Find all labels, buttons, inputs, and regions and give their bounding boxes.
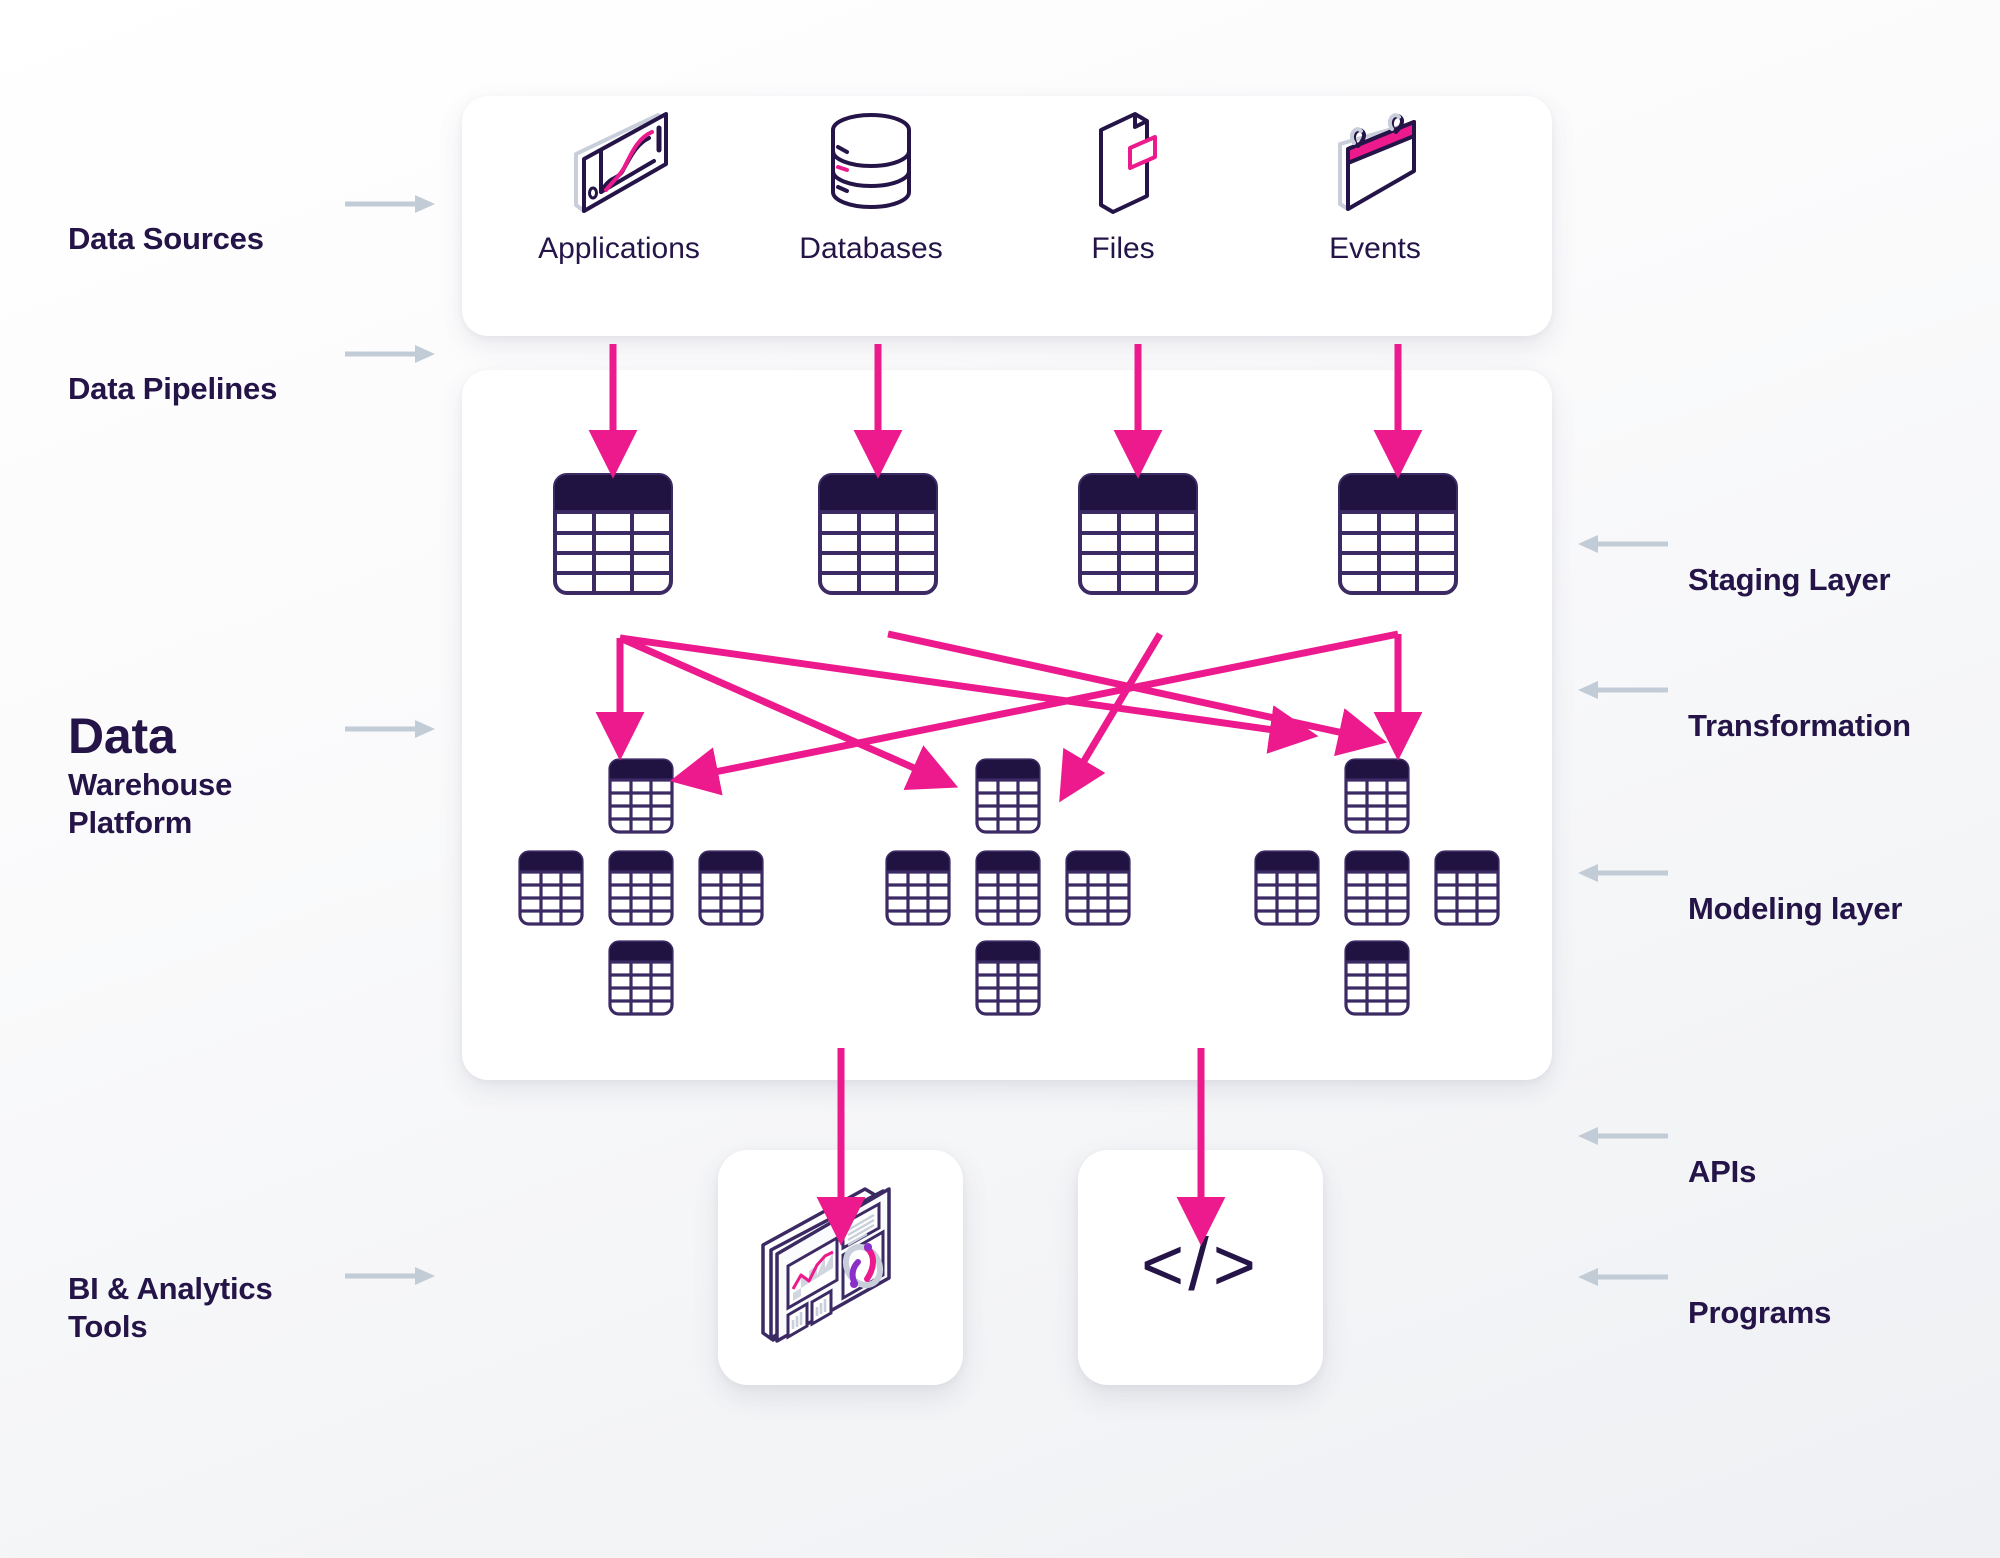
- connector-transformation: [1578, 679, 1668, 701]
- label-platform-subtitle-text: Warehouse Platform: [68, 766, 233, 840]
- code-brackets-icon: </>: [1118, 1222, 1283, 1307]
- modeling-cluster-3-table-right[interactable]: [1434, 850, 1500, 926]
- modeling-cluster-2-table-center[interactable]: [975, 850, 1041, 926]
- modeling-cluster-2-table-bottom[interactable]: [975, 940, 1041, 1016]
- connector-modeling-layer: [1578, 862, 1668, 884]
- connector-platform: [345, 718, 435, 740]
- source-applications[interactable]: Applications: [499, 112, 739, 266]
- label-modeling-layer-text: Modeling layer: [1688, 890, 1903, 926]
- label-data-pipelines-text: Data Pipelines: [68, 370, 278, 406]
- connector-apis: [1578, 1125, 1668, 1147]
- connector-data-sources: [345, 193, 435, 215]
- label-data-pipelines: Data Pipelines: [68, 332, 277, 408]
- calendar-events-icon: [1255, 112, 1495, 212]
- mobile-chart-icon: [499, 112, 739, 213]
- connector-staging-layer: [1578, 533, 1668, 555]
- label-staging-layer-text: Staging Layer: [1688, 561, 1891, 597]
- source-files[interactable]: Files: [1003, 112, 1243, 266]
- connector-programs: [1578, 1266, 1668, 1288]
- source-applications-label: Applications: [538, 232, 700, 265]
- database-cylinder-icon: [751, 112, 991, 212]
- modeling-cluster-1-table-bottom[interactable]: [608, 940, 674, 1016]
- label-apis: APIs: [1688, 1115, 1756, 1191]
- modeling-cluster-3-table-bottom[interactable]: [1344, 940, 1410, 1016]
- label-transformation: Transformation: [1688, 669, 1911, 745]
- source-files-label: Files: [1091, 232, 1155, 265]
- source-events-label: Events: [1329, 232, 1421, 265]
- connector-data-pipelines: [345, 343, 435, 365]
- modeling-cluster-2-table-top[interactable]: [975, 758, 1041, 834]
- source-databases-label: Databases: [799, 232, 943, 265]
- staging-table-3[interactable]: [1078, 473, 1198, 595]
- modeling-cluster-1-table-center[interactable]: [608, 850, 674, 926]
- modeling-cluster-3-table-left[interactable]: [1254, 850, 1320, 926]
- file-document-icon: [1003, 112, 1243, 214]
- code-brackets-text: </>: [1141, 1223, 1260, 1306]
- modeling-cluster-3-table-center[interactable]: [1344, 850, 1410, 926]
- staging-table-4[interactable]: [1338, 473, 1458, 595]
- connector-bi-analytics: [345, 1265, 435, 1287]
- modeling-cluster-2-table-right[interactable]: [1065, 850, 1131, 926]
- dashboard-icon: [755, 1183, 930, 1353]
- source-events[interactable]: Events: [1255, 112, 1495, 266]
- modeling-cluster-1-table-top[interactable]: [608, 758, 674, 834]
- label-bi-analytics: BI & Analytics Tools: [68, 1232, 273, 1345]
- modeling-cluster-3-table-top[interactable]: [1344, 758, 1410, 834]
- modeling-cluster-2-table-left[interactable]: [885, 850, 951, 926]
- label-data-sources-text: Data Sources: [68, 220, 264, 256]
- label-transformation-text: Transformation: [1688, 707, 1911, 743]
- modeling-cluster-1-table-left[interactable]: [518, 850, 584, 926]
- label-modeling-layer: Modeling layer: [1688, 852, 1902, 928]
- label-programs-text: Programs: [1688, 1294, 1832, 1330]
- label-platform-subtitle: Warehouse Platform: [68, 728, 232, 841]
- staging-table-1[interactable]: [553, 473, 673, 595]
- modeling-cluster-1-table-right[interactable]: [698, 850, 764, 926]
- label-data-sources: Data Sources: [68, 182, 264, 258]
- label-programs: Programs: [1688, 1256, 1831, 1332]
- label-staging-layer: Staging Layer: [1688, 523, 1891, 599]
- label-apis-text: APIs: [1688, 1153, 1757, 1189]
- staging-table-2[interactable]: [818, 473, 938, 595]
- source-databases[interactable]: Databases: [751, 112, 991, 266]
- label-bi-analytics-text: BI & Analytics Tools: [68, 1270, 273, 1344]
- diagram-canvas: Data Sources Data Pipelines Data Warehou…: [0, 0, 2000, 1558]
